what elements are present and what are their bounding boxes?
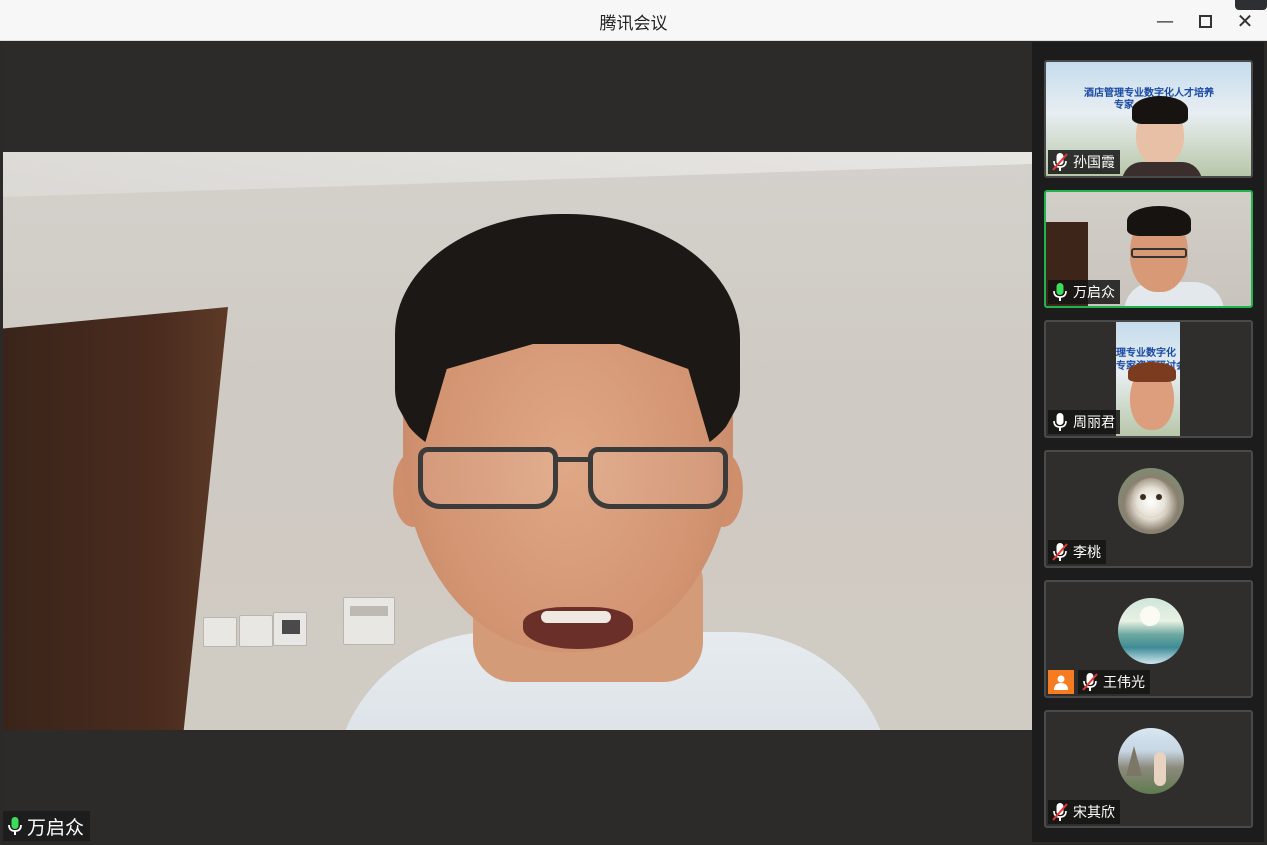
participant-name: 万启众 bbox=[1073, 285, 1115, 301]
host-icon bbox=[1048, 670, 1074, 694]
participant-label: 孙国霞 bbox=[1048, 150, 1120, 174]
participant-name: 孙国霞 bbox=[1073, 155, 1115, 171]
participant-tile[interactable]: 李桃 bbox=[1044, 450, 1253, 568]
mic-muted-icon bbox=[1082, 673, 1098, 691]
participant-tile[interactable]: 王伟光 bbox=[1044, 580, 1253, 698]
participant-name: 王伟光 bbox=[1103, 675, 1145, 691]
participant-tile[interactable]: 宋其欣 bbox=[1044, 710, 1253, 828]
close-button[interactable]: ✕ bbox=[1230, 6, 1260, 36]
participant-sidebar: 酒店管理专业数字化人才培养 专家 孙国霞 万启众 理专业数字化 专家资源研讨会 bbox=[1032, 42, 1264, 842]
mic-muted-icon bbox=[1052, 153, 1068, 171]
participant-tile[interactable]: 理专业数字化 专家资源研讨会 周丽君 bbox=[1044, 320, 1253, 438]
main-speaker-label: 万启众 bbox=[3, 811, 91, 841]
speaker-glasses bbox=[418, 447, 728, 512]
close-icon: ✕ bbox=[1236, 9, 1254, 33]
participant-label: 王伟光 bbox=[1078, 670, 1150, 694]
glasses-bridge bbox=[556, 457, 590, 462]
participant-hair bbox=[1127, 206, 1191, 236]
title-bar: 腾讯会议 — ✕ bbox=[0, 0, 1267, 41]
mic-muted-icon bbox=[1052, 803, 1068, 821]
speaker-mouth bbox=[523, 607, 633, 649]
participant-hair bbox=[1132, 96, 1188, 124]
participant-hair bbox=[1128, 362, 1176, 382]
participant-label: 万启众 bbox=[1048, 280, 1120, 304]
window-title: 腾讯会议 bbox=[599, 14, 668, 34]
glasses-lens bbox=[588, 447, 728, 509]
landscape-avatar bbox=[1118, 598, 1184, 664]
maximize-icon bbox=[1198, 14, 1212, 28]
tourist-photo-avatar bbox=[1118, 728, 1184, 794]
main-video-feed bbox=[3, 152, 1032, 730]
video-switch bbox=[273, 612, 307, 646]
minimize-icon: — bbox=[1156, 10, 1174, 32]
participant-label: 李桃 bbox=[1048, 540, 1106, 564]
participant-label: 周丽君 bbox=[1048, 410, 1120, 434]
cat-photo-avatar bbox=[1118, 468, 1184, 534]
participant-name: 李桃 bbox=[1073, 545, 1101, 561]
participant-name: 周丽君 bbox=[1073, 415, 1115, 431]
video-switch bbox=[203, 617, 237, 647]
participant-tile[interactable]: 酒店管理专业数字化人才培养 专家 孙国霞 bbox=[1044, 60, 1253, 178]
maximize-button[interactable] bbox=[1190, 6, 1220, 36]
slide-text: 专家 bbox=[1114, 100, 1134, 111]
mic-speaking-icon bbox=[1052, 283, 1068, 301]
video-thermostat bbox=[343, 597, 395, 645]
corner-tab[interactable] bbox=[1235, 0, 1267, 10]
mic-icon bbox=[1052, 413, 1068, 431]
minimize-button[interactable]: — bbox=[1150, 6, 1180, 36]
participant-tile[interactable]: 万启众 bbox=[1044, 190, 1253, 308]
participant-glasses bbox=[1131, 248, 1187, 258]
participant-label: 宋其欣 bbox=[1048, 800, 1120, 824]
main-video-area[interactable] bbox=[3, 42, 1032, 842]
participant-name: 宋其欣 bbox=[1073, 805, 1115, 821]
participant-shoulders bbox=[1122, 162, 1202, 176]
mic-speaking-icon bbox=[7, 817, 23, 835]
glasses-lens bbox=[418, 447, 558, 509]
video-switch bbox=[239, 615, 273, 647]
mic-muted-icon bbox=[1052, 543, 1068, 561]
main-speaker-name: 万启众 bbox=[27, 816, 85, 839]
video-door bbox=[3, 307, 228, 730]
